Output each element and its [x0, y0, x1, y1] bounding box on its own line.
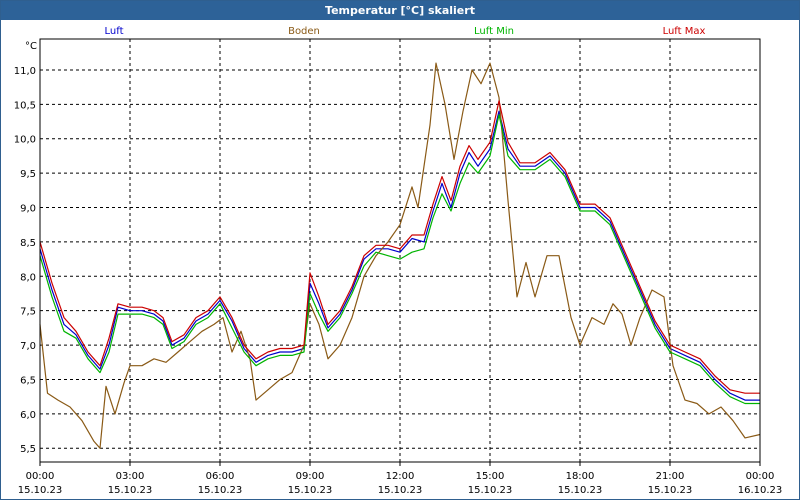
y-axis-label: °C [25, 41, 37, 52]
x-tick-date: 15.10.23 [108, 485, 153, 496]
x-tick-date: 15.10.23 [558, 485, 603, 496]
chart-title: Temperatur [°C] skaliert [1, 1, 799, 20]
x-tick-date: 15.10.23 [18, 485, 63, 496]
y-tick-label: 8,5 [20, 238, 36, 249]
series-line-luft-max [39, 100, 760, 394]
y-tick-label: 6,0 [20, 410, 36, 421]
x-tick-date: 15.10.23 [468, 485, 513, 496]
series-line-luft-min [39, 114, 760, 405]
x-tick-time: 09:00 [296, 471, 325, 482]
y-tick-label: 7,5 [20, 307, 36, 318]
chart-window: Temperatur [°C] skaliert Luft Boden Luft M… [0, 0, 800, 500]
legend-luft-max: Luft Max [663, 26, 706, 37]
x-tick-time: 03:00 [116, 471, 145, 482]
x-tick-date: 15.10.23 [198, 485, 243, 496]
y-tick-label: 5,5 [20, 444, 36, 455]
chart-svg: Luft Boden Luft Min Luft Max 5,5 6,0 6,5 7,0 7,… [14, 26, 783, 496]
x-tick-time: 00:00 [746, 471, 775, 482]
x-tick-time: 12:00 [386, 471, 415, 482]
legend-boden: Boden [288, 26, 320, 37]
y-tick-label: 6,5 [20, 375, 36, 386]
y-tick-label: 10,0 [14, 135, 36, 146]
y-tick-label: 8,0 [20, 272, 36, 283]
x-tick-time: 15:00 [476, 471, 505, 482]
x-tick-time: 06:00 [206, 471, 235, 482]
legend-luft-min: Luft Min [474, 26, 514, 37]
x-tick-date: 16.10.23 [738, 485, 783, 496]
x-tick-date: 15.10.23 [288, 485, 333, 496]
y-tick-label: 9,5 [20, 169, 36, 180]
legend-luft: Luft [105, 26, 124, 37]
x-tick-time: 00:00 [26, 471, 55, 482]
x-tick-date: 15.10.23 [378, 485, 423, 496]
x-tick-time: 18:00 [566, 471, 595, 482]
y-tick-label: 7,0 [20, 341, 36, 352]
x-tick-date: 15.10.23 [648, 485, 693, 496]
x-tick-time: 21:00 [656, 471, 685, 482]
y-tick-label: 10,5 [14, 100, 36, 111]
y-tick-label: 11,0 [14, 66, 36, 77]
y-tick-label: 9,0 [20, 204, 36, 215]
